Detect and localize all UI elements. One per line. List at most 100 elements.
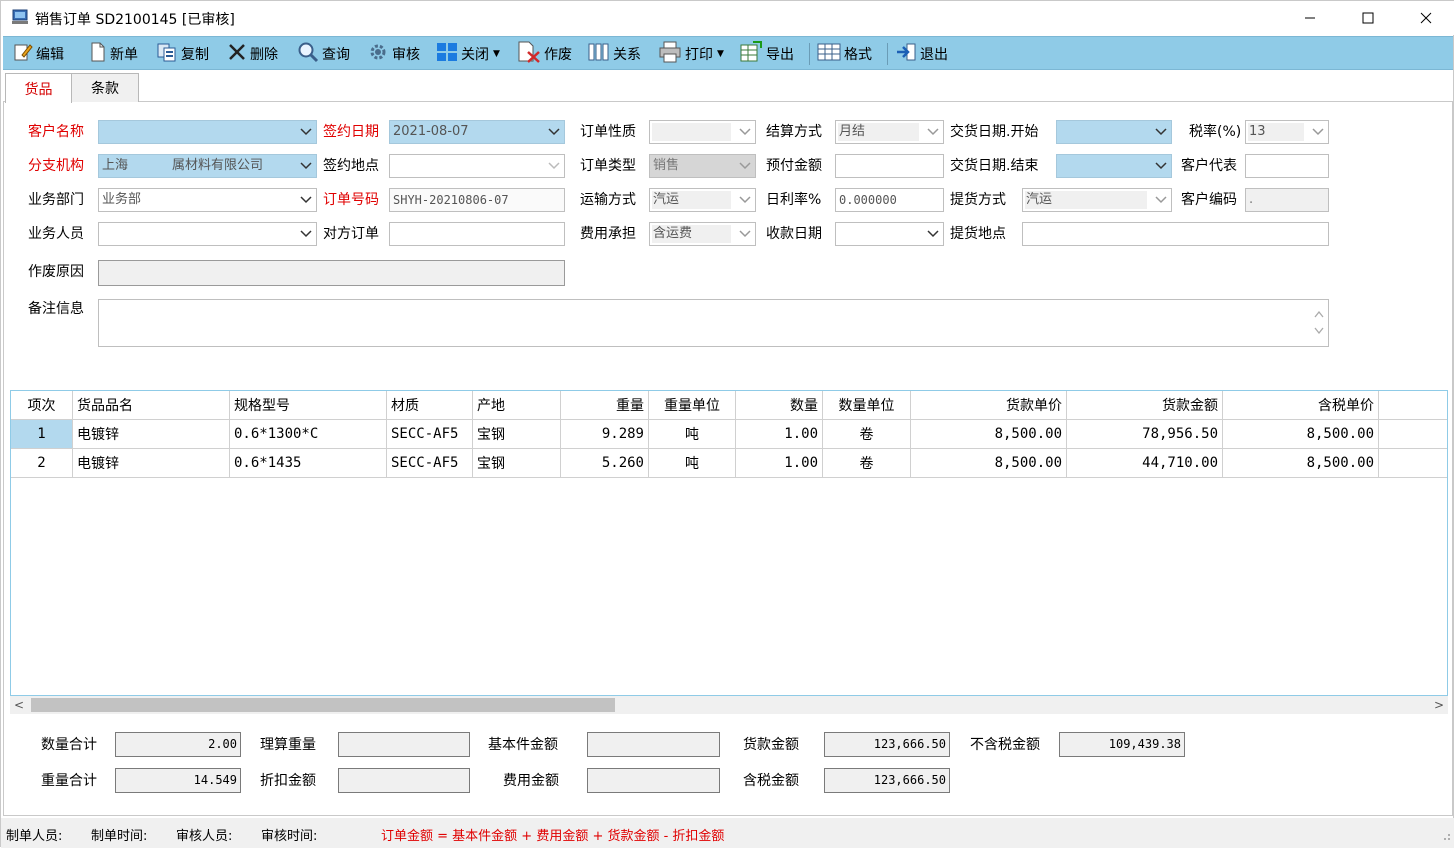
chevron-down-icon [927, 223, 939, 245]
column-header[interactable]: 材质 [387, 391, 473, 419]
base-amount-field[interactable] [587, 732, 720, 757]
settle-method-select[interactable]: 月结 [835, 120, 944, 144]
tab-goods[interactable]: 货品 [5, 73, 72, 103]
resize-grip-icon[interactable] [1441, 830, 1451, 845]
column-header[interactable]: 重量 [561, 391, 649, 419]
grid-cell[interactable]: 吨 [649, 449, 736, 478]
branch-select[interactable]: 上海 属材料有限公司 [98, 154, 317, 178]
pickup-method-select[interactable]: 汽运 [1022, 188, 1172, 212]
close-window-button[interactable] [1397, 1, 1454, 35]
grid-horizontal-scrollbar[interactable]: < > [10, 696, 1448, 714]
grid-cell[interactable]: 电镀锌 [73, 449, 230, 478]
column-header[interactable]: 货款单价 [911, 391, 1067, 419]
scroll-down-icon[interactable] [1314, 320, 1324, 342]
column-header[interactable]: 重量单位 [649, 391, 736, 419]
copy-button[interactable]: 复制 [156, 37, 209, 70]
customer-name-select[interactable] [98, 120, 317, 144]
scroll-left-icon[interactable]: < [10, 696, 28, 714]
column-header[interactable]: 项次 [11, 391, 73, 419]
grid-cell[interactable]: 78,956.50 [1067, 420, 1223, 449]
column-header[interactable]: 含税单价 [1223, 391, 1379, 419]
minimize-button[interactable] [1281, 1, 1339, 35]
grid-cell[interactable]: 0.6*1435 [230, 449, 387, 478]
pickup-place-input[interactable] [1022, 222, 1329, 246]
grid-cell[interactable]: 吨 [649, 420, 736, 449]
prepay-input[interactable] [835, 154, 944, 178]
close-button[interactable]: 关闭 ▼ [436, 37, 500, 70]
new-button[interactable]: 新单 [89, 37, 138, 70]
weight-total-field[interactable]: 14.549 [115, 768, 241, 793]
column-header[interactable]: 数量 [736, 391, 823, 419]
table-row[interactable]: 2 电镀锌 0.6*1435 SECC-AF5 宝钢 5.260 吨 1.00 … [11, 449, 1447, 478]
qty-total-field[interactable]: 2.00 [115, 732, 241, 757]
goods-amount-field[interactable]: 123,666.50 [824, 732, 950, 757]
scroll-right-icon[interactable]: > [1430, 696, 1448, 714]
tax-excl-amount-field[interactable]: 109,439.38 [1059, 732, 1185, 757]
remarks-textarea[interactable] [98, 299, 1329, 347]
grid-cell[interactable]: 9.289 [561, 420, 649, 449]
order-no-field[interactable]: SHYH-20210806-07 [389, 188, 565, 212]
delete-button[interactable]: 删除 [227, 37, 278, 70]
calc-weight-field[interactable] [338, 732, 470, 757]
grid-cell[interactable]: SECC-AF5 [387, 420, 473, 449]
column-header[interactable]: 货品品名 [73, 391, 230, 419]
grid-cell[interactable]: 5.260 [561, 449, 649, 478]
grid-cell[interactable]: 2 [11, 449, 73, 478]
export-button[interactable]: 导出 [739, 37, 794, 70]
maximize-button[interactable] [1339, 1, 1397, 35]
grid-cell[interactable]: 1.00 [736, 420, 823, 449]
toolbar-separator [809, 43, 810, 65]
tab-terms[interactable]: 条款 [71, 73, 139, 102]
delivery-end-picker[interactable] [1056, 154, 1172, 178]
grid-cell[interactable]: 1.00 [736, 449, 823, 478]
void-button[interactable]: 作废 [517, 37, 572, 70]
grid-cell[interactable]: 8,500.00 [1223, 449, 1379, 478]
customer-rep-input[interactable] [1245, 154, 1329, 178]
tax-rate-select[interactable]: 13 [1245, 120, 1329, 144]
grid-cell[interactable]: 宝钢 [473, 420, 561, 449]
column-header[interactable]: 产地 [473, 391, 561, 419]
transport-select[interactable]: 汽运 [649, 188, 756, 212]
grid-cell[interactable]: 1 [11, 420, 73, 449]
department-select[interactable]: 业务部 [98, 188, 317, 212]
column-header[interactable]: 货款金额 [1067, 391, 1223, 419]
column-header[interactable]: 数量单位 [823, 391, 911, 419]
format-button[interactable]: 格式 [817, 37, 872, 70]
grid-cell[interactable]: 卷 [823, 449, 911, 478]
grid-cell[interactable]: 8,500.00 [1223, 420, 1379, 449]
window-title: 销售订单 SD2100145 [已审核] [35, 12, 235, 28]
relation-bars-icon [588, 42, 613, 66]
customer-code-field[interactable]: . [1245, 188, 1329, 212]
print-button[interactable]: 打印 ▼ [658, 37, 724, 70]
sign-place-select[interactable] [389, 154, 565, 178]
grid-cell[interactable]: 宝钢 [473, 449, 561, 478]
discount-field[interactable] [338, 768, 470, 793]
table-row[interactable]: 1 电镀锌 0.6*1300*C SECC-AF5 宝钢 9.289 吨 1.0… [11, 420, 1447, 449]
receive-date-picker[interactable] [835, 222, 944, 246]
column-header[interactable]: 规格型号 [230, 391, 387, 419]
grid-cell[interactable]: 8,500.00 [911, 449, 1067, 478]
edit-button[interactable]: 编辑 [13, 37, 64, 70]
daily-rate-input[interactable]: 0.000000 [835, 188, 944, 212]
grid-cell[interactable]: 卷 [823, 420, 911, 449]
counter-order-input[interactable] [389, 222, 565, 246]
tax-incl-amount-field[interactable]: 123,666.50 [824, 768, 950, 793]
fee-amount-field[interactable] [587, 768, 720, 793]
exit-button[interactable]: 退出 [895, 37, 948, 70]
sign-date-picker[interactable]: 2021-08-07 [389, 120, 565, 144]
query-button[interactable]: 查询 [297, 37, 350, 70]
order-type-select[interactable]: 销售 [649, 154, 756, 178]
grid-cell[interactable]: 0.6*1300*C [230, 420, 387, 449]
void-reason-field[interactable] [98, 260, 565, 286]
grid-cell[interactable]: 8,500.00 [911, 420, 1067, 449]
order-nature-select[interactable] [649, 120, 756, 144]
scrollbar-thumb[interactable] [31, 698, 615, 712]
relation-button[interactable]: 关系 [588, 37, 641, 70]
grid-cell[interactable]: 44,710.00 [1067, 449, 1223, 478]
approve-button[interactable]: 审核 [367, 37, 420, 70]
salesperson-select[interactable] [98, 222, 317, 246]
grid-cell[interactable]: SECC-AF5 [387, 449, 473, 478]
grid-cell[interactable]: 电镀锌 [73, 420, 230, 449]
delivery-start-picker[interactable] [1056, 120, 1172, 144]
fee-bearer-select[interactable]: 含运费 [649, 222, 756, 246]
